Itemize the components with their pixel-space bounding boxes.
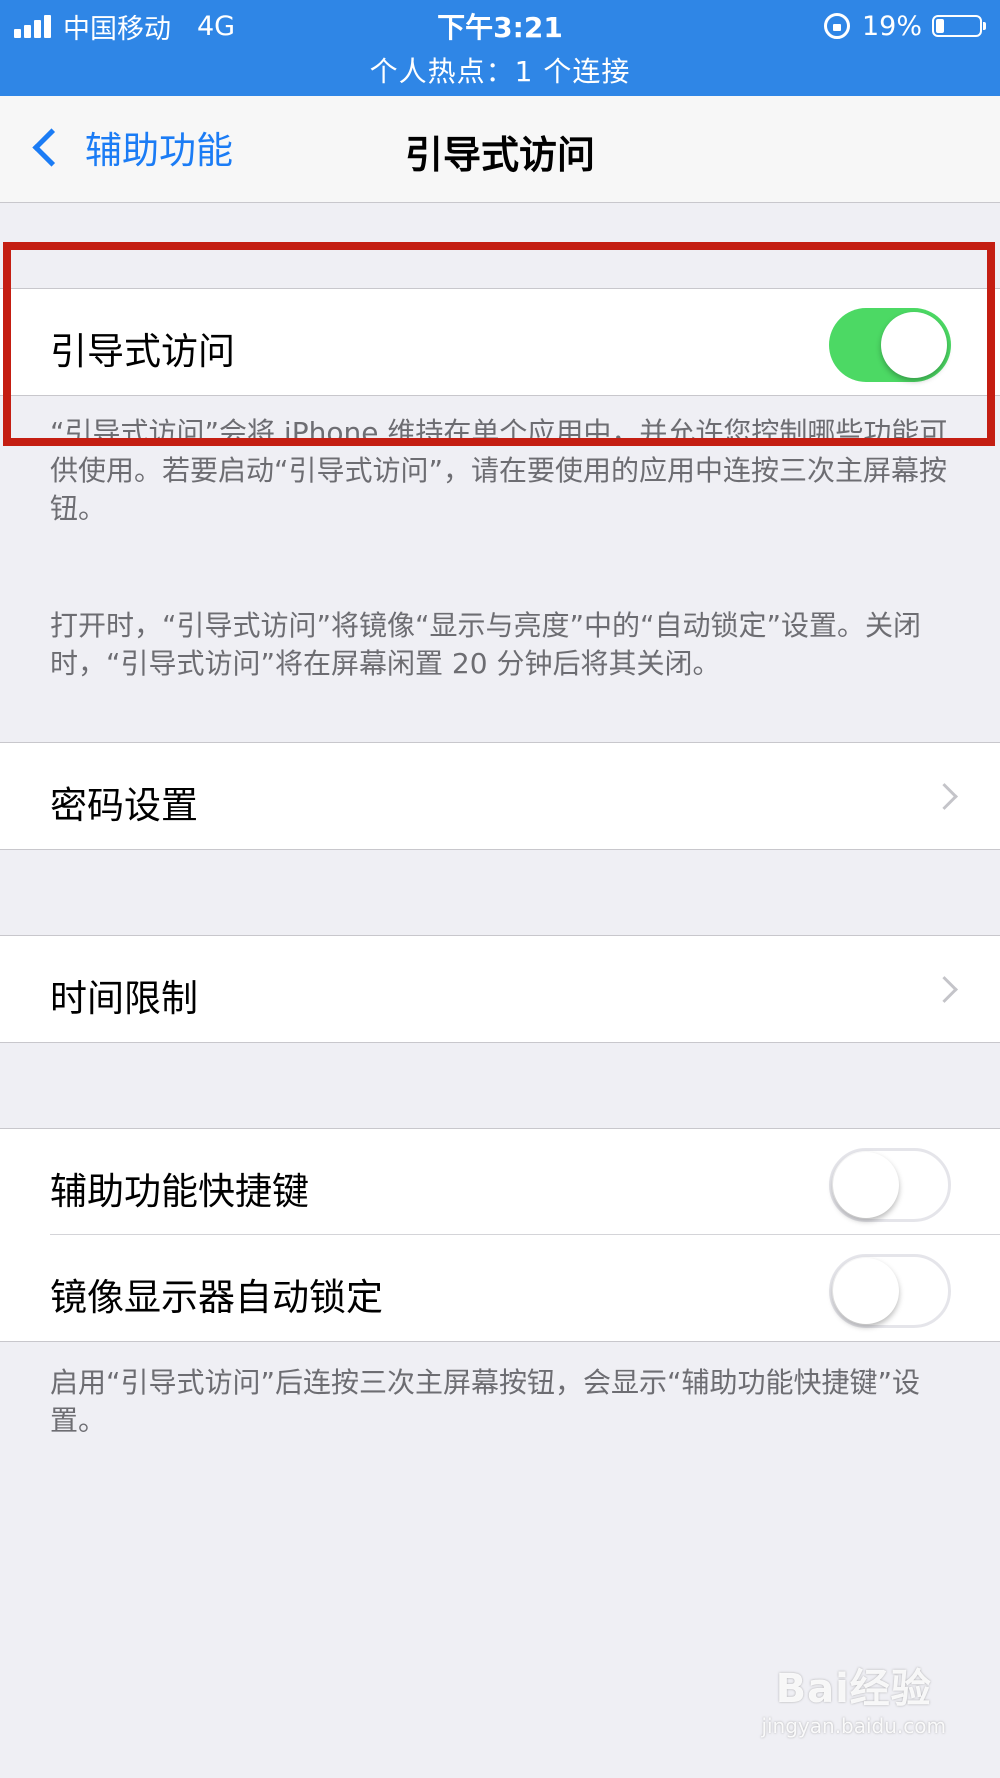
- mirror-auto-lock-label: 镜像显示器自动锁定: [50, 1276, 383, 1319]
- mirror-auto-lock-cell[interactable]: 镜像显示器自动锁定: [0, 1235, 1000, 1341]
- rotation-lock-icon: [823, 13, 850, 39]
- page-title: 引导式访问: [404, 133, 595, 177]
- time-limits-cell[interactable]: 时间限制: [0, 936, 1000, 1042]
- baidu-watermark: Bai经验 jingyan.baidu.com: [761, 1656, 946, 1738]
- accessibility-shortcut-switch[interactable]: [829, 1148, 951, 1222]
- shortcut-options-group: 辅助功能快捷键 镜像显示器自动锁定: [0, 1128, 1000, 1342]
- passcode-settings-group: 密码设置: [0, 742, 1000, 850]
- battery-icon: [932, 15, 986, 37]
- time-limits-group: 时间限制: [0, 935, 1000, 1043]
- chevron-right-icon: [931, 783, 958, 810]
- status-bar: 中国移动 4G 下午3:21 19% 个人热点：1 个连接: [0, 0, 1000, 96]
- battery-percent: 19%: [861, 10, 922, 42]
- passcode-settings-label: 密码设置: [50, 784, 198, 827]
- accessibility-shortcut-label: 辅助功能快捷键: [50, 1170, 309, 1213]
- accessibility-shortcut-cell[interactable]: 辅助功能快捷键: [0, 1129, 1000, 1235]
- highlight-frame: [3, 242, 995, 446]
- hotspot-banner[interactable]: 个人热点：1 个连接: [0, 50, 1000, 90]
- time-limits-label: 时间限制: [50, 977, 198, 1020]
- status-right: 19%: [823, 8, 986, 44]
- navigation-bar: 辅助功能 引导式访问: [0, 96, 1000, 203]
- watermark-brand: Bai经验: [775, 1666, 932, 1712]
- mirror-auto-lock-switch[interactable]: [829, 1254, 951, 1328]
- watermark-domain: jingyan.baidu.com: [761, 1714, 946, 1738]
- chevron-right-icon: [931, 976, 958, 1003]
- auto-lock-description: 打开时，“引导式访问”将镜像“显示与亮度”中的“自动锁定”设置。关闭时，“引导式…: [50, 609, 922, 680]
- passcode-settings-cell[interactable]: 密码设置: [0, 743, 1000, 849]
- shortcut-description: 启用“引导式访问”后连按三次主屏幕按钮，会显示“辅助功能快捷键”设置。: [50, 1366, 921, 1437]
- switch-knob: [833, 1258, 899, 1324]
- switch-knob: [833, 1152, 899, 1218]
